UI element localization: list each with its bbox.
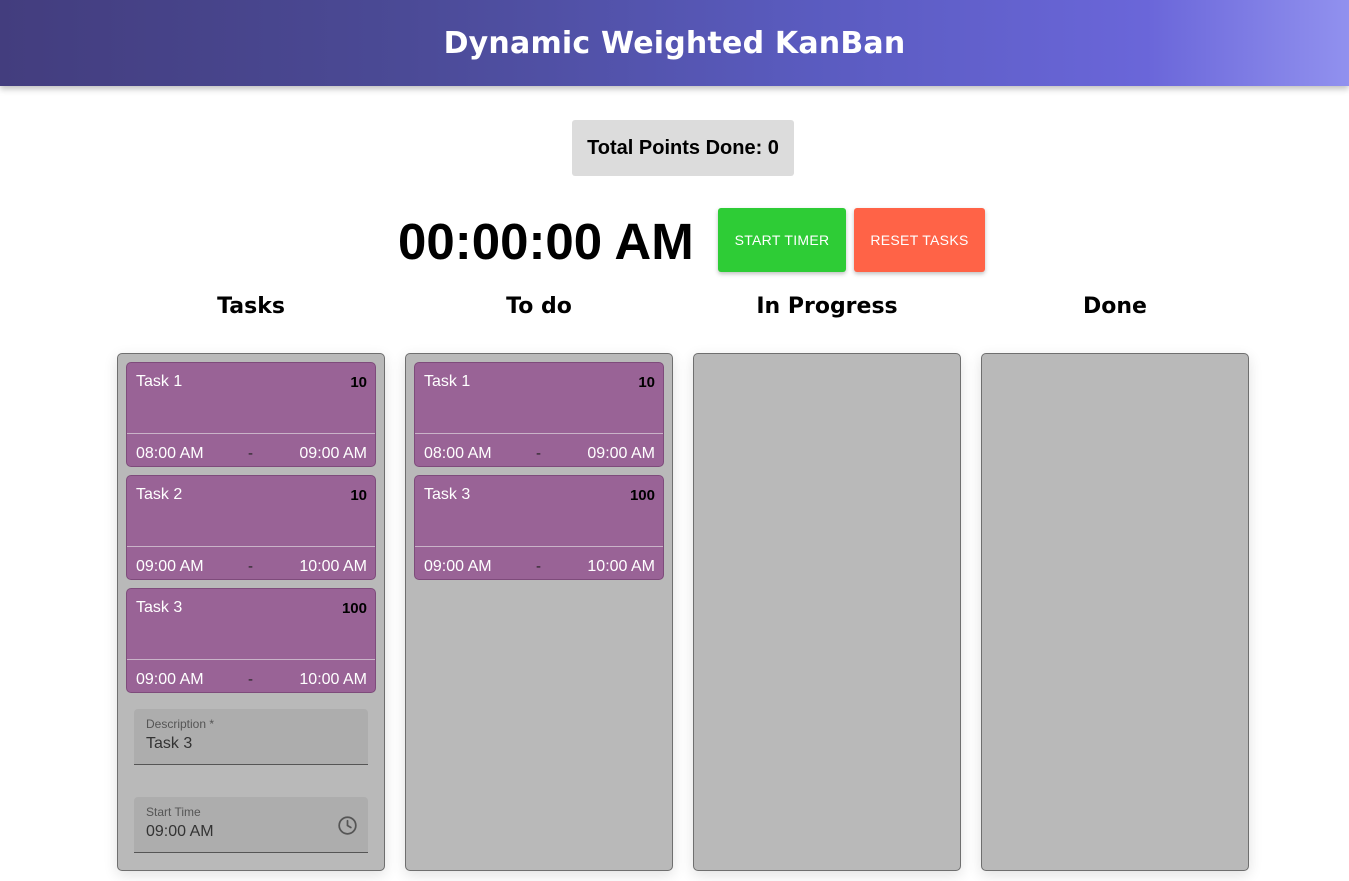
task-start-time: 09:00 AM	[136, 558, 204, 575]
card-divider	[127, 546, 375, 547]
task-name: Task 3	[136, 599, 183, 616]
task-card[interactable]: Task 2 10 09:00 AM - 10:00 AM	[126, 475, 376, 580]
description-field[interactable]: Description *	[134, 709, 368, 765]
column-title-tasks: Tasks	[217, 294, 285, 319]
column-done[interactable]	[981, 353, 1249, 871]
total-points-badge: Total Points Done: 0	[572, 120, 794, 176]
column-title-todo: To do	[506, 294, 572, 319]
time-separator: -	[248, 558, 253, 575]
timer-display: 00:00:00 AM	[398, 213, 694, 270]
time-separator: -	[536, 558, 541, 575]
column-title-done: Done	[1083, 294, 1147, 319]
card-divider	[415, 433, 663, 434]
task-card[interactable]: Task 1 10 08:00 AM - 09:00 AM	[414, 362, 664, 467]
task-start-time: 08:00 AM	[424, 445, 492, 462]
column-todo[interactable]: Task 1 10 08:00 AM - 09:00 AM Task 3 100…	[405, 353, 673, 871]
task-start-time: 08:00 AM	[136, 445, 204, 462]
start-timer-button[interactable]: START TIMER	[718, 208, 846, 272]
task-start-time: 09:00 AM	[424, 558, 492, 575]
time-separator: -	[248, 445, 253, 462]
task-end-time: 09:00 AM	[299, 445, 367, 462]
task-card[interactable]: Task 3 100 09:00 AM - 10:00 AM	[414, 475, 664, 580]
time-separator: -	[248, 671, 253, 688]
column-title-in-progress: In Progress	[756, 294, 898, 319]
task-end-time: 10:00 AM	[299, 558, 367, 575]
card-divider	[127, 433, 375, 434]
task-start-time: 09:00 AM	[136, 671, 204, 688]
clock-icon[interactable]	[337, 815, 358, 836]
task-name: Task 1	[136, 373, 183, 390]
time-separator: -	[536, 445, 541, 462]
task-end-time: 09:00 AM	[587, 445, 655, 462]
task-points: 10	[638, 374, 655, 391]
task-name: Task 1	[424, 373, 471, 390]
task-name: Task 2	[136, 486, 183, 503]
app-title: Dynamic Weighted KanBan	[443, 25, 906, 61]
start-time-label: Start Time	[146, 805, 201, 819]
description-label: Description *	[146, 717, 215, 731]
start-time-field[interactable]: Start Time	[134, 797, 368, 853]
task-card[interactable]: Task 3 100 09:00 AM - 10:00 AM	[126, 588, 376, 693]
task-points: 10	[350, 374, 367, 391]
task-name: Task 3	[424, 486, 471, 503]
task-points: 10	[350, 487, 367, 504]
task-points: 100	[629, 487, 655, 504]
start-time-input[interactable]	[146, 823, 336, 841]
card-divider	[127, 659, 375, 660]
app-header: Dynamic Weighted KanBan	[0, 0, 1349, 86]
description-input[interactable]	[146, 735, 336, 753]
column-tasks[interactable]: Task 1 10 08:00 AM - 09:00 AM Task 2 10 …	[117, 353, 385, 871]
card-divider	[415, 546, 663, 547]
column-in-progress[interactable]	[693, 353, 961, 871]
task-end-time: 10:00 AM	[587, 558, 655, 575]
task-end-time: 10:00 AM	[299, 671, 367, 688]
reset-tasks-button[interactable]: RESET TASKS	[854, 208, 985, 272]
task-card[interactable]: Task 1 10 08:00 AM - 09:00 AM	[126, 362, 376, 467]
task-points: 100	[341, 600, 367, 617]
